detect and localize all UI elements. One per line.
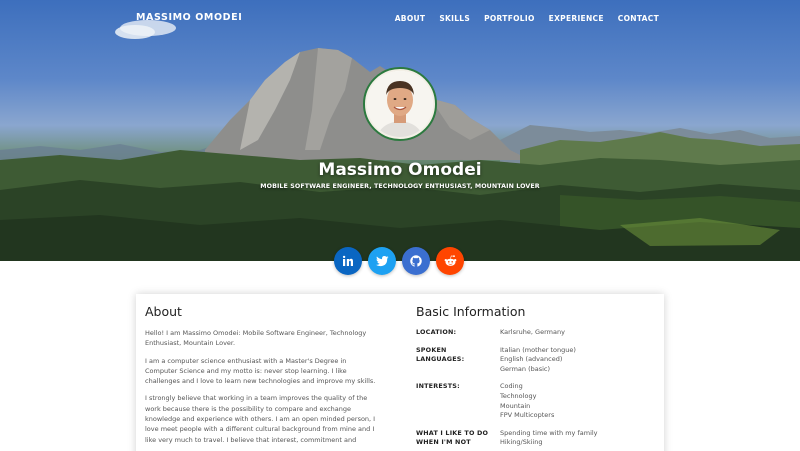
- nav-contact[interactable]: CONTACT: [618, 14, 659, 23]
- about-line: challenges and I love to learn new techn…: [145, 377, 376, 386]
- nav-skills[interactable]: SKILLS: [439, 14, 470, 23]
- info-values: Italian (mother tongue) English (advance…: [500, 346, 661, 375]
- info-key: LOCATION:: [416, 328, 457, 336]
- info-value: Mountain: [500, 401, 531, 410]
- nav-experience[interactable]: EXPERIENCE: [549, 14, 604, 23]
- info-key: INTERESTS:: [416, 382, 460, 391]
- nav-menu: ABOUT SKILLS PORTFOLIO EXPERIENCE CONTAC…: [381, 14, 659, 23]
- about-paragraph-3: I strongly believe that working in a tea…: [145, 393, 385, 444]
- reddit-button[interactable]: [436, 247, 464, 275]
- info-values: Karlsruhe, Germany: [500, 328, 661, 338]
- nav-portfolio[interactable]: PORTFOLIO: [484, 14, 535, 23]
- hero-name: Massimo Omodei: [318, 160, 482, 180]
- about-title: About: [145, 304, 182, 319]
- about-line: Hello! I am Massimo Omodei: Mobile Softw…: [145, 329, 367, 337]
- basic-info-section: Basic Information LOCATION: Karlsruhe, G…: [416, 304, 661, 451]
- about-line: knowledge and experience with others. I …: [145, 415, 376, 424]
- info-value: Hiking/Skiing: [500, 438, 543, 447]
- info-row-location: LOCATION: Karlsruhe, Germany: [416, 328, 661, 338]
- brand-logo[interactable]: MASSIMO OMODEI: [136, 12, 242, 23]
- basic-info-title: Basic Information: [416, 304, 526, 319]
- about-card: About Hello! I am Massimo Omodei: Mobile…: [136, 294, 664, 451]
- info-value: English (advanced): [500, 355, 563, 364]
- info-value: Karlsruhe, Germany: [500, 328, 565, 336]
- info-value: German (basic): [500, 364, 551, 373]
- profile-photo-image: [367, 71, 433, 137]
- about-line: work because there is the possibility to…: [145, 404, 352, 413]
- about-paragraph-1: Hello! I am Massimo Omodei: Mobile Softw…: [145, 328, 385, 349]
- info-values: Coding Technology Mountain FPV Multicopt…: [500, 382, 661, 420]
- github-button[interactable]: [402, 247, 430, 275]
- info-value: FPV Multicopters: [500, 411, 555, 420]
- hero-banner: MASSIMO OMODEI ABOUT SKILLS PORTFOLIO EX…: [0, 0, 800, 261]
- about-line: Computer Science and my motto is: never …: [145, 366, 347, 375]
- linkedin-button[interactable]: [334, 247, 362, 275]
- about-line: I am a computer science enthusiast with …: [145, 356, 347, 365]
- nav-about[interactable]: ABOUT: [395, 14, 426, 23]
- about-section: About Hello! I am Massimo Omodei: Mobile…: [145, 304, 385, 451]
- info-row-hobbies: WHAT I LIKE TO DO WHEN I'M NOT Spending t…: [416, 429, 661, 448]
- info-row-interests: INTERESTS: Coding Technology Mountain FP…: [416, 382, 661, 420]
- info-row-languages: SPOKEN LANGUAGES: Italian (mother tongue)…: [416, 346, 661, 375]
- avatar: [363, 67, 437, 141]
- twitter-button[interactable]: [368, 247, 396, 275]
- about-line: love meet people with a different cultur…: [145, 425, 375, 434]
- info-value: Technology: [500, 391, 537, 400]
- about-line: I strongly believe that working in a tea…: [145, 394, 368, 403]
- hero-tagline: MOBILE SOFTWARE ENGINEER, TECHNOLOGY ENT…: [260, 183, 540, 190]
- about-line: Enthusiast, Mountain Lover.: [145, 339, 236, 348]
- info-value: Spending time with my family: [500, 428, 598, 437]
- info-value: Italian (mother tongue): [500, 345, 576, 354]
- info-value: Coding: [500, 382, 523, 391]
- info-key: SPOKEN LANGUAGES:: [416, 345, 465, 364]
- github-icon: [410, 255, 422, 267]
- linkedin-icon: [342, 255, 353, 266]
- twitter-icon: [375, 255, 388, 266]
- about-line: like very much to travel. I believe that…: [145, 435, 357, 444]
- navbar: MASSIMO OMODEI ABOUT SKILLS PORTFOLIO EX…: [0, 0, 800, 38]
- profile-photo: [367, 71, 433, 137]
- info-key: WHAT I LIKE TO DO WHEN I'M NOT: [416, 428, 489, 447]
- social-links: [334, 247, 466, 275]
- reddit-icon: [444, 255, 456, 266]
- info-values: Spending time with my family Hiking/Skii…: [500, 429, 661, 448]
- about-paragraph-2: I am a computer science enthusiast with …: [145, 356, 385, 387]
